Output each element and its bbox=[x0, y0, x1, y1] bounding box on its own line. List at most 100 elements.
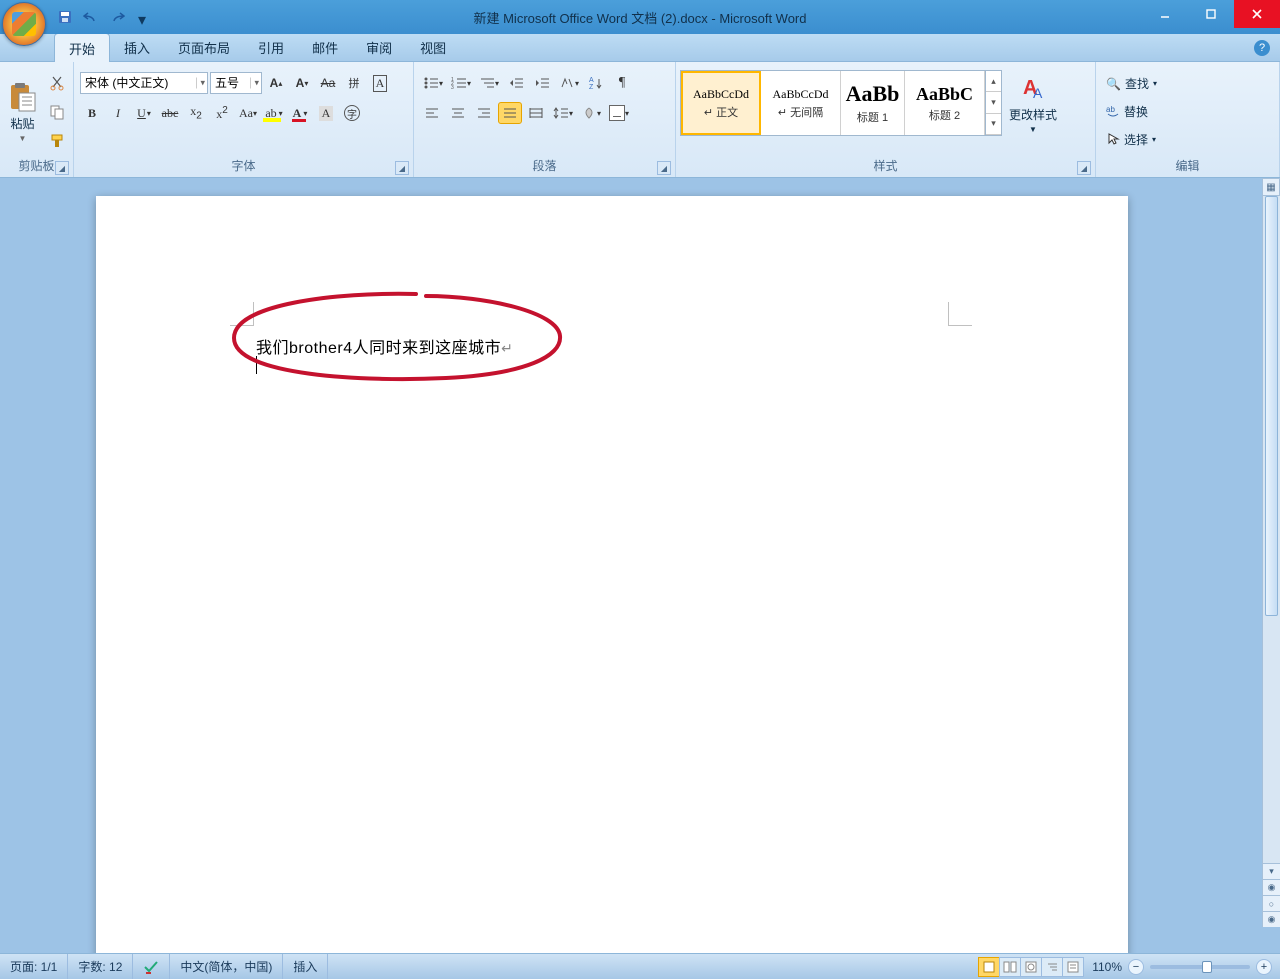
font-color-icon[interactable]: A▾ bbox=[288, 102, 312, 124]
subscript-icon[interactable]: x2 bbox=[184, 102, 208, 124]
scroll-down-icon[interactable]: ▾ bbox=[1263, 863, 1280, 879]
zoom-slider-thumb[interactable] bbox=[1202, 961, 1212, 973]
maximize-button[interactable] bbox=[1188, 0, 1234, 28]
char-shading-icon[interactable]: A bbox=[314, 102, 338, 124]
margin-marker-tl bbox=[230, 302, 254, 326]
minimize-button[interactable] bbox=[1142, 0, 1188, 28]
align-center-icon[interactable] bbox=[446, 102, 470, 124]
paragraph-launcher[interactable]: ◢ bbox=[657, 161, 671, 175]
style-no-spacing[interactable]: AaBbCcDd↵ 无间隔 bbox=[761, 71, 841, 135]
document-page[interactable]: 我们brother4人同时来到这座城市↵ bbox=[96, 196, 1128, 953]
paste-button[interactable]: 粘贴 ▼ bbox=[4, 66, 41, 157]
tab-home[interactable]: 开始 bbox=[54, 33, 110, 62]
shrink-font-icon[interactable]: A▾ bbox=[290, 72, 314, 94]
scroll-thumb[interactable] bbox=[1265, 196, 1278, 616]
save-icon[interactable] bbox=[56, 8, 74, 26]
grow-font-icon[interactable]: A▴ bbox=[264, 72, 288, 94]
align-right-icon[interactable] bbox=[472, 102, 496, 124]
style-heading1[interactable]: AaBb标题 1 bbox=[841, 71, 905, 135]
next-page-icon[interactable]: ◉ bbox=[1263, 911, 1280, 927]
zoom-out-button[interactable]: − bbox=[1128, 959, 1144, 975]
help-icon[interactable]: ? bbox=[1254, 40, 1270, 56]
tab-review[interactable]: 审阅 bbox=[352, 33, 406, 61]
borders-icon[interactable]: ▾ bbox=[606, 102, 632, 124]
line-spacing-icon[interactable]: ▾ bbox=[550, 102, 576, 124]
align-left-icon[interactable] bbox=[420, 102, 444, 124]
show-marks-icon[interactable]: ¶ bbox=[610, 72, 634, 94]
paste-label: 粘贴 bbox=[10, 115, 34, 132]
document-workspace[interactable]: 我们brother4人同时来到这座城市↵ ▴ ▾ ◉ ○ ◉ bbox=[0, 178, 1280, 953]
char-border-icon[interactable]: A bbox=[368, 72, 392, 94]
browse-object-icon[interactable]: ○ bbox=[1263, 895, 1280, 911]
gallery-scroll[interactable]: ▴▾▾ bbox=[985, 71, 1001, 135]
status-mode[interactable]: 插入 bbox=[283, 954, 328, 979]
zoom-percent[interactable]: 110% bbox=[1092, 960, 1122, 974]
italic-icon[interactable]: I bbox=[106, 102, 130, 124]
clipboard-launcher[interactable]: ◢ bbox=[55, 161, 69, 175]
status-words[interactable]: 字数: 12 bbox=[68, 954, 133, 979]
tab-reference[interactable]: 引用 bbox=[244, 33, 298, 61]
cut-icon[interactable] bbox=[45, 72, 69, 94]
paste-icon bbox=[7, 81, 39, 113]
style-normal[interactable]: AaBbCcDd↵ 正文 bbox=[681, 71, 761, 135]
text-cursor bbox=[256, 356, 257, 374]
decrease-indent-icon[interactable] bbox=[504, 72, 528, 94]
select-button[interactable]: 选择▾ bbox=[1106, 127, 1157, 151]
style-heading2[interactable]: AaBbC标题 2 bbox=[905, 71, 985, 135]
change-styles-button[interactable]: AA 更改样式▼ bbox=[1006, 70, 1060, 136]
increase-indent-icon[interactable] bbox=[530, 72, 554, 94]
view-outline-icon[interactable] bbox=[1041, 957, 1063, 977]
multilevel-list-icon[interactable]: ▾ bbox=[476, 72, 502, 94]
tab-insert[interactable]: 插入 bbox=[110, 33, 164, 61]
asian-layout-icon[interactable]: ▾ bbox=[556, 72, 582, 94]
office-button[interactable] bbox=[2, 2, 46, 46]
status-page[interactable]: 页面: 1/1 bbox=[0, 954, 68, 979]
shading-icon[interactable]: ▾ bbox=[578, 102, 604, 124]
vertical-scrollbar[interactable]: ▴ ▾ ◉ ○ ◉ bbox=[1262, 178, 1280, 927]
align-justify-icon[interactable] bbox=[498, 102, 522, 124]
enclose-char-icon[interactable]: 字 bbox=[340, 102, 364, 124]
sort-icon[interactable]: AZ bbox=[584, 72, 608, 94]
clear-format-icon[interactable]: Aa bbox=[316, 72, 340, 94]
copy-icon[interactable] bbox=[45, 101, 69, 123]
undo-icon[interactable] bbox=[82, 8, 100, 26]
bullets-icon[interactable]: ▾ bbox=[420, 72, 446, 94]
group-paragraph: ▾ 123▾ ▾ ▾ AZ ¶ ▾ ▾ ▾ 段落 ◢ bbox=[414, 62, 676, 177]
highlight-icon[interactable]: ab▾ bbox=[262, 102, 286, 124]
strikethrough-icon[interactable]: abc bbox=[158, 102, 182, 124]
distribute-icon[interactable] bbox=[524, 102, 548, 124]
view-print-layout-icon[interactable] bbox=[978, 957, 1000, 977]
superscript-icon[interactable]: x2 bbox=[210, 102, 234, 124]
styles-launcher[interactable]: ◢ bbox=[1077, 161, 1091, 175]
view-web-icon[interactable] bbox=[1020, 957, 1042, 977]
prev-page-icon[interactable]: ◉ bbox=[1263, 879, 1280, 895]
find-button[interactable]: 🔍查找▾ bbox=[1106, 72, 1157, 96]
status-language[interactable]: 中文(简体，中国) bbox=[170, 954, 283, 979]
ruler-toggle-icon[interactable]: ▦ bbox=[1262, 178, 1280, 196]
zoom-slider[interactable] bbox=[1150, 965, 1250, 969]
document-text[interactable]: 我们brother4人同时来到这座城市↵ bbox=[256, 334, 513, 358]
styles-gallery[interactable]: AaBbCcDd↵ 正文 AaBbCcDd↵ 无间隔 AaBb标题 1 AaBb… bbox=[680, 70, 1002, 136]
bold-icon[interactable]: B bbox=[80, 102, 104, 124]
redo-icon[interactable] bbox=[108, 8, 126, 26]
view-draft-icon[interactable] bbox=[1062, 957, 1084, 977]
font-launcher[interactable]: ◢ bbox=[395, 161, 409, 175]
tab-layout[interactable]: 页面布局 bbox=[164, 33, 244, 61]
font-size-select[interactable]: 五号▾ bbox=[210, 72, 262, 94]
replace-button[interactable]: ab替换 bbox=[1106, 99, 1157, 123]
underline-icon[interactable]: U▾ bbox=[132, 102, 156, 124]
status-proofing[interactable] bbox=[133, 954, 170, 979]
numbering-icon[interactable]: 123▾ bbox=[448, 72, 474, 94]
qat-customize-icon[interactable]: ▾ bbox=[138, 10, 152, 24]
zoom-in-button[interactable]: + bbox=[1256, 959, 1272, 975]
tab-mail[interactable]: 邮件 bbox=[298, 33, 352, 61]
change-case-icon[interactable]: Aa▾ bbox=[236, 102, 260, 124]
ribbon: 粘贴 ▼ 剪贴板 ◢ 宋体 (中文正文)▾ 五号▾ A▴ A▾ Aa 拼 A bbox=[0, 62, 1280, 178]
close-button[interactable] bbox=[1234, 0, 1280, 28]
format-painter-icon[interactable] bbox=[45, 130, 69, 152]
change-styles-icon: AA bbox=[1017, 72, 1049, 104]
view-fullscreen-icon[interactable] bbox=[999, 957, 1021, 977]
phonetic-icon[interactable]: 拼 bbox=[342, 72, 366, 94]
tab-view[interactable]: 视图 bbox=[406, 33, 460, 61]
font-name-select[interactable]: 宋体 (中文正文)▾ bbox=[80, 72, 208, 94]
